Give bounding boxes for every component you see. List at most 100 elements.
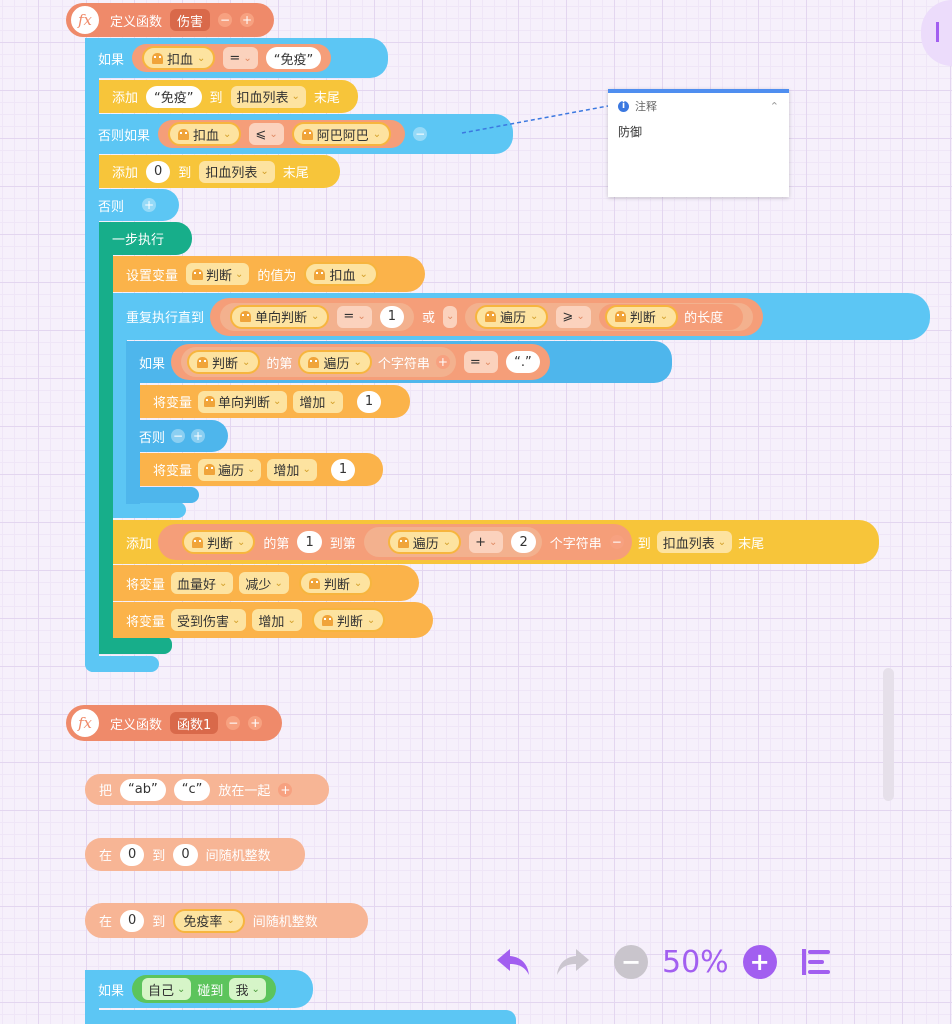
variable-dropdown[interactable]: 单向判断 ⌄ bbox=[198, 390, 288, 413]
collapse-icon[interactable]: ⌃ bbox=[770, 100, 779, 113]
operator-dropdown[interactable]: = ⌄ bbox=[463, 351, 499, 373]
list-dropdown[interactable]: 扣血列表 ⌄ bbox=[199, 160, 275, 183]
remove-branch-icon[interactable]: − bbox=[171, 429, 186, 443]
add-to-list-block[interactable]: 添加 “免疫” 到 扣血列表 ⌄ 末尾 bbox=[99, 80, 358, 113]
number-value[interactable]: 1 bbox=[330, 458, 356, 481]
operation-dropdown[interactable]: 增加 ⌄ bbox=[252, 609, 302, 631]
variable-dropdown[interactable]: 判断 ⌄ bbox=[186, 263, 250, 285]
menu-corner-button[interactable] bbox=[921, 0, 952, 66]
operation-dropdown[interactable]: 增加 ⌄ bbox=[293, 390, 343, 413]
variable-chip[interactable]: 判断 ⌄ bbox=[604, 304, 679, 329]
or-dropdown[interactable]: ⌄ bbox=[443, 305, 458, 328]
variable-chip[interactable]: 判断 ⌄ bbox=[182, 530, 256, 554]
inner-if-header[interactable]: 如果 判断 ⌄ 的第 遍历 ⌄ 个字符串 + = ⌄ “.” bbox=[126, 341, 672, 383]
number-value[interactable]: 2 bbox=[511, 531, 536, 553]
if-touch-header[interactable]: 如果 自己 ⌄ 碰到 我 ⌄ bbox=[85, 970, 313, 1008]
length-block[interactable]: 判断 ⌄ 的长度 bbox=[598, 303, 744, 330]
operator-dropdown[interactable]: ⩾ ⌄ bbox=[556, 305, 591, 328]
function-name[interactable]: 函数1 bbox=[170, 712, 219, 734]
compare-block[interactable]: 扣血 ⌄ = ⌄ “免疫” bbox=[132, 44, 332, 72]
remove-branch-icon[interactable]: − bbox=[413, 127, 428, 141]
number-value[interactable]: 0 bbox=[120, 909, 145, 932]
number-value[interactable]: 0 bbox=[173, 843, 198, 866]
if-header[interactable]: 如果 扣血 ⌄ = ⌄ “免疫” bbox=[85, 38, 388, 78]
number-value[interactable]: 1 bbox=[297, 531, 322, 553]
add-branch-icon[interactable]: + bbox=[142, 198, 157, 212]
join-block[interactable]: 把 “ab” “c” 放在一起 + bbox=[85, 774, 329, 805]
repeat-until-header[interactable]: 重复执行直到 单向判断 ⌄ = ⌄ 1 或 ⌄ 遍历 ⌄ ⩾ ⌄ 判断 ⌄ 的长度 bbox=[113, 293, 930, 340]
variable-chip[interactable]: 遍历 ⌄ bbox=[475, 304, 549, 329]
number-value[interactable]: 1 bbox=[379, 305, 404, 328]
add-branch-icon[interactable]: + bbox=[191, 429, 206, 443]
operation-dropdown[interactable]: 减少 ⌄ bbox=[239, 572, 289, 594]
zoom-out-button[interactable]: − bbox=[614, 945, 648, 979]
variable-chip[interactable]: 扣血 ⌄ bbox=[304, 262, 378, 286]
redo-icon[interactable] bbox=[554, 945, 592, 979]
variable-dropdown[interactable]: 遍历 ⌄ bbox=[198, 458, 262, 481]
number-value[interactable]: 0 bbox=[120, 843, 145, 866]
random-int-block[interactable]: 在 0 到 0 间随机整数 bbox=[85, 838, 305, 871]
define-function-block[interactable]: fx 定义函数 函数1 − + bbox=[66, 705, 282, 741]
add-to-list-block[interactable]: 添加 0 到 扣血列表 ⌄ 末尾 bbox=[99, 155, 340, 188]
touch-block[interactable]: 自己 ⌄ 碰到 我 ⌄ bbox=[132, 975, 276, 1003]
define-function-block[interactable]: fx 定义函数 伤害 − + bbox=[66, 3, 274, 37]
text-value[interactable]: “ab” bbox=[120, 778, 166, 801]
operator-dropdown[interactable]: ⩽ ⌄ bbox=[249, 123, 284, 145]
vertical-scrollbar[interactable] bbox=[883, 668, 894, 801]
variable-chip[interactable]: 遍历 ⌄ bbox=[298, 350, 372, 374]
comment-body[interactable]: 防御 bbox=[608, 119, 789, 144]
add-icon[interactable]: + bbox=[435, 355, 450, 369]
remove-icon[interactable]: − bbox=[609, 535, 624, 549]
compare-block[interactable]: 遍历 ⌄ ⩾ ⌄ 判断 ⌄ 的长度 bbox=[465, 302, 754, 331]
variable-chip[interactable]: 免疫率 ⌄ bbox=[173, 908, 245, 933]
text-value[interactable]: “c” bbox=[173, 778, 211, 801]
substring-block[interactable]: 判断 ⌄ 的第 1 到第 遍历 ⌄ + ⌄ 2 个字符串 − bbox=[158, 524, 632, 560]
add-param-icon[interactable]: + bbox=[240, 13, 255, 27]
add-expression[interactable]: 遍历 ⌄ + ⌄ 2 bbox=[363, 527, 542, 557]
remove-param-icon[interactable]: − bbox=[218, 13, 233, 27]
variable-chip[interactable]: 判断 ⌄ bbox=[298, 571, 373, 595]
else-if-header[interactable]: 否则如果 扣血 ⌄ ⩽ ⌄ 阿巴阿巴 ⌄ − bbox=[85, 114, 513, 154]
sprite-dropdown[interactable]: 我 ⌄ bbox=[229, 978, 266, 1000]
undo-icon[interactable] bbox=[494, 945, 532, 979]
list-dropdown[interactable]: 扣血列表 ⌄ bbox=[230, 85, 306, 108]
zoom-in-button[interactable]: + bbox=[742, 945, 777, 979]
add-icon[interactable]: + bbox=[278, 782, 293, 797]
list-dropdown[interactable]: 扣血列表 ⌄ bbox=[656, 531, 733, 553]
number-value[interactable]: 0 bbox=[146, 160, 171, 183]
inner-else-header[interactable]: 否则 − + bbox=[126, 420, 228, 452]
variable-dropdown[interactable]: 受到伤害 ⌄ bbox=[171, 609, 247, 631]
variable-dropdown[interactable]: 血量好 ⌄ bbox=[171, 572, 234, 594]
function-name[interactable]: 伤害 bbox=[170, 9, 211, 31]
text-value[interactable]: “免疫” bbox=[265, 47, 322, 69]
operator-dropdown[interactable]: = ⌄ bbox=[337, 305, 372, 328]
change-variable-block[interactable]: 将变量 单向判断 ⌄ 增加 ⌄ 1 bbox=[140, 385, 410, 418]
random-int-block[interactable]: 在 0 到 免疫率 ⌄ 间随机整数 bbox=[85, 903, 368, 938]
compare-block[interactable]: 扣血 ⌄ ⩽ ⌄ 阿巴阿巴 ⌄ bbox=[158, 120, 406, 148]
comment-box[interactable]: i 注释 ⌃ 防御 bbox=[608, 89, 789, 197]
change-variable-block[interactable]: 将变量 遍历 ⌄ 增加 ⌄ 1 bbox=[140, 453, 383, 486]
align-icon[interactable] bbox=[799, 947, 833, 977]
variable-chip[interactable]: 扣血 ⌄ bbox=[142, 46, 216, 70]
operation-dropdown[interactable]: 增加 ⌄ bbox=[267, 458, 317, 481]
add-param-icon[interactable]: + bbox=[248, 716, 263, 730]
or-block[interactable]: 单向判断 ⌄ = ⌄ 1 或 ⌄ 遍历 ⌄ ⩾ ⌄ 判断 ⌄ 的长度 bbox=[210, 297, 764, 336]
number-value[interactable]: 1 bbox=[356, 390, 382, 413]
text-value[interactable]: “.” bbox=[506, 351, 540, 373]
operator-dropdown[interactable]: + ⌄ bbox=[469, 531, 504, 553]
sprite-dropdown[interactable]: 自己 ⌄ bbox=[142, 978, 192, 1000]
variable-chip[interactable]: 遍历 ⌄ bbox=[387, 530, 462, 554]
remove-param-icon[interactable]: − bbox=[226, 716, 241, 730]
char-of-block[interactable]: 判断 ⌄ 的第 遍历 ⌄ 个字符串 + bbox=[181, 347, 456, 377]
change-variable-block[interactable]: 将变量 受到伤害 ⌄ 增加 ⌄ 判断 ⌄ bbox=[113, 602, 433, 638]
change-variable-block[interactable]: 将变量 血量好 ⌄ 减少 ⌄ 判断 ⌄ bbox=[113, 565, 419, 601]
operator-dropdown[interactable]: = ⌄ bbox=[223, 47, 258, 69]
compare-block[interactable]: 判断 ⌄ 的第 遍历 ⌄ 个字符串 + = ⌄ “.” bbox=[171, 344, 550, 380]
variable-chip[interactable]: 判断 ⌄ bbox=[187, 350, 261, 374]
variable-chip[interactable]: 判断 ⌄ bbox=[311, 608, 386, 632]
variable-chip[interactable]: 单向判断 ⌄ bbox=[230, 304, 330, 329]
compare-block[interactable]: 单向判断 ⌄ = ⌄ 1 bbox=[220, 302, 414, 331]
step-header[interactable]: 一步执行 bbox=[99, 222, 192, 255]
text-value[interactable]: “免疫” bbox=[146, 85, 202, 108]
variable-chip[interactable]: 扣血 ⌄ bbox=[168, 122, 242, 146]
